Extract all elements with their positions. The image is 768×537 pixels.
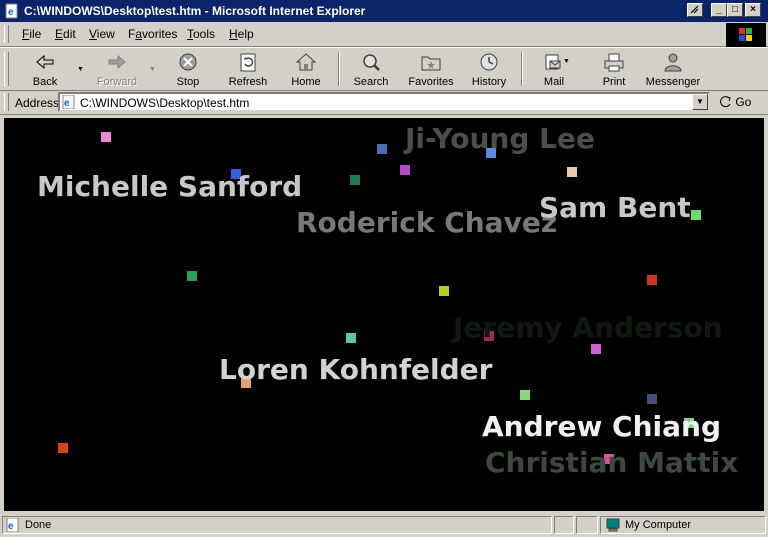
security-zone-pane[interactable]: My Computer <box>600 516 766 534</box>
stop-icon <box>179 53 197 71</box>
ie-page-icon: e <box>5 3 18 19</box>
favorites-button[interactable]: Favorites <box>404 50 458 88</box>
home-icon <box>295 53 317 71</box>
svg-text:e: e <box>64 98 70 109</box>
address-dropdown-icon[interactable]: ▼ <box>692 94 708 110</box>
menu-favorites[interactable]: Favorites <box>128 27 177 41</box>
messenger-icon <box>664 53 682 72</box>
svg-text:e: e <box>8 7 14 18</box>
name-roderick-chavez: Roderick Chavez <box>296 206 558 239</box>
minimize-button[interactable]: _ <box>711 3 727 17</box>
name-christian-mattix: Christian Mattix <box>485 446 739 479</box>
menu-file[interactable]: File <box>22 27 41 41</box>
address-label: Address <box>15 96 60 110</box>
color-dot <box>58 443 68 453</box>
svg-text:e: e <box>8 521 14 532</box>
stop-button[interactable]: Stop <box>166 50 210 88</box>
standard-buttons-toolbar: Back ▼ Forward ▼ Stop Refresh Home Searc… <box>0 47 768 91</box>
name-sam-bent: Sam Bent <box>539 191 691 224</box>
page-done-icon: e <box>6 518 19 532</box>
page-icon: e <box>62 95 75 109</box>
forward-dropdown-icon[interactable]: ▼ <box>149 66 156 73</box>
address-bar: Address e C:\WINDOWS\Desktop\test.htm ▼ … <box>0 90 768 115</box>
mail-dropdown-icon[interactable]: ▼ <box>563 58 570 65</box>
forward-button[interactable]: Forward <box>92 50 142 88</box>
color-dot <box>647 394 657 404</box>
menu-help[interactable]: Help <box>229 27 254 41</box>
color-dot <box>400 165 410 175</box>
history-icon <box>480 53 498 71</box>
page-content[interactable]: Ji-Young Lee Michelle Sanford Roderick C… <box>4 118 764 511</box>
toolbar-separator <box>338 52 340 86</box>
name-andrew-chiang: Andrew Chiang <box>482 410 722 443</box>
color-dot <box>346 333 356 343</box>
forward-arrow-icon <box>108 54 126 70</box>
home-button[interactable]: Home <box>284 50 328 88</box>
status-pane-empty <box>554 516 574 534</box>
windows-logo-icon <box>739 28 752 41</box>
windows-logo-throbber <box>726 23 766 47</box>
toolbar-separator <box>521 52 523 86</box>
menu-view[interactable]: View <box>89 27 115 41</box>
color-dot <box>187 271 197 281</box>
color-dot <box>691 210 701 220</box>
maximize-button[interactable]: □ <box>727 3 743 17</box>
toolbar-grip[interactable] <box>4 52 9 86</box>
address-input[interactable]: e C:\WINDOWS\Desktop\test.htm ▼ <box>58 92 710 112</box>
color-dot <box>647 275 657 285</box>
go-arrow-icon <box>720 96 731 108</box>
color-dot <box>101 132 111 142</box>
go-button[interactable]: Go <box>720 95 751 109</box>
resize-icon[interactable] <box>687 3 703 17</box>
status-text: Done <box>25 519 52 531</box>
back-arrow-icon <box>36 54 54 70</box>
color-dot <box>520 390 530 400</box>
printer-icon <box>604 53 624 72</box>
name-loren-kohnfelder: Loren Kohnfelder <box>219 353 493 386</box>
back-dropdown-icon[interactable]: ▼ <box>77 66 84 73</box>
refresh-icon <box>240 53 256 72</box>
name-ji-young-lee: Ji-Young Lee <box>405 122 595 155</box>
history-button[interactable]: History <box>467 50 511 88</box>
window-title: C:\WINDOWS\Desktop\test.htm - Microsoft … <box>24 4 366 18</box>
refresh-button[interactable]: Refresh <box>222 50 274 88</box>
close-button[interactable]: × <box>745 3 761 17</box>
search-button[interactable]: Search <box>349 50 393 88</box>
status-text-pane: e Done <box>2 516 552 534</box>
menu-edit[interactable]: Edit <box>55 27 76 41</box>
mail-button[interactable]: Mail <box>534 50 574 88</box>
menu-tools[interactable]: Tools <box>187 27 215 41</box>
color-dot <box>377 144 387 154</box>
color-dot <box>567 167 577 177</box>
menu-bar: File Edit View Favorites Tools Help <box>0 22 768 47</box>
print-button[interactable]: Print <box>592 50 636 88</box>
favorites-folder-icon <box>421 56 441 71</box>
name-jeremy-anderson: Jeremy Anderson <box>453 311 723 344</box>
status-bar: e Done My Computer <box>0 514 768 537</box>
title-bar[interactable]: e C:\WINDOWS\Desktop\test.htm - Microsof… <box>0 0 768 22</box>
menubar-grip[interactable] <box>4 25 9 43</box>
color-dot <box>591 344 601 354</box>
color-dot <box>350 175 360 185</box>
address-url[interactable]: C:\WINDOWS\Desktop\test.htm <box>80 96 249 110</box>
color-dot <box>439 286 449 296</box>
status-pane-empty <box>576 516 598 534</box>
addressbar-grip[interactable] <box>4 93 9 111</box>
my-computer-icon <box>606 518 620 532</box>
zone-text: My Computer <box>625 519 692 531</box>
messenger-button[interactable]: Messenger <box>644 50 702 88</box>
name-michelle-sanford: Michelle Sanford <box>37 170 303 203</box>
back-button[interactable]: Back <box>22 50 68 88</box>
search-icon <box>363 54 380 71</box>
